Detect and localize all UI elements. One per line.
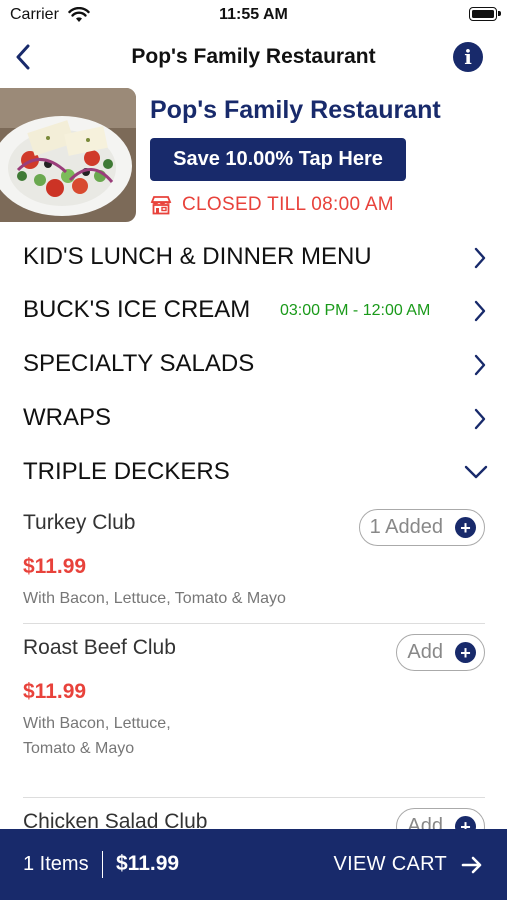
add-button-label: 1 Added xyxy=(369,516,443,538)
menu-item-roast-beef-club[interactable]: Roast Beef Club Add + $11.99 With Bacon,… xyxy=(0,625,507,797)
chevron-right-icon xyxy=(474,354,486,376)
status-bar: Carrier 11:55 AM xyxy=(0,0,507,32)
add-button[interactable]: Add + xyxy=(396,634,485,671)
category-label: SPECIALTY SALADS xyxy=(23,350,255,377)
view-cart-button[interactable]: VIEW CART xyxy=(334,853,483,876)
view-cart-label: VIEW CART xyxy=(333,853,447,875)
cart-divider xyxy=(102,851,103,878)
item-description-line-1: With Bacon, Lettuce, xyxy=(23,715,171,732)
plus-icon: + xyxy=(455,517,476,538)
arrow-right-icon xyxy=(461,856,482,873)
store-icon xyxy=(150,196,172,215)
chevron-right-icon xyxy=(474,300,486,322)
add-button-label: Add xyxy=(407,641,443,663)
restaurant-image xyxy=(0,88,136,222)
page-title: Pop's Family Restaurant xyxy=(131,45,376,68)
chevron-right-icon xyxy=(474,247,486,269)
category-label: TRIPLE DECKERS xyxy=(23,458,230,485)
category-wraps[interactable]: WRAPS xyxy=(0,393,507,443)
item-price: $11.99 xyxy=(23,680,87,703)
category-kids-menu[interactable]: KID'S LUNCH & DINNER MENU xyxy=(0,232,507,282)
chevron-down-icon xyxy=(464,465,488,479)
nav-bar: Pop's Family Restaurant i xyxy=(0,32,507,84)
plus-icon: + xyxy=(455,816,476,829)
plus-icon: + xyxy=(455,642,476,663)
store-status: CLOSED TILL 08:00 AM xyxy=(150,194,394,216)
chevron-right-icon xyxy=(474,408,486,430)
item-description: With Bacon, Lettuce, Tomato & Mayo xyxy=(23,590,286,607)
restaurant-header: Pop's Family Restaurant Save 10.00% Tap … xyxy=(0,86,507,226)
info-button[interactable]: i xyxy=(453,42,483,72)
add-button[interactable]: Add + xyxy=(396,808,485,829)
divider xyxy=(23,623,485,624)
add-button-label: Add xyxy=(407,815,443,829)
menu-item-turkey-club[interactable]: Turkey Club 1 Added + $11.99 With Bacon,… xyxy=(0,500,507,625)
divider xyxy=(23,797,485,798)
category-triple-deckers[interactable]: TRIPLE DECKERS xyxy=(0,447,507,497)
cart-bar[interactable]: 1 Items $11.99 VIEW CART xyxy=(0,829,507,900)
item-name: Roast Beef Club xyxy=(23,636,176,659)
category-label: WRAPS xyxy=(23,404,112,431)
status-time: 11:55 AM xyxy=(219,6,288,23)
battery-icon xyxy=(469,7,501,21)
cart-total: $11.99 xyxy=(116,852,180,875)
menu-item-chicken-salad-club[interactable]: Chicken Salad Club Add + xyxy=(0,799,507,829)
category-label: KID'S LUNCH & DINNER MENU xyxy=(23,243,372,270)
promo-button[interactable]: Save 10.00% Tap Here xyxy=(150,138,406,181)
restaurant-name: Pop's Family Restaurant xyxy=(150,96,441,124)
category-specialty-salads[interactable]: SPECIALTY SALADS xyxy=(0,339,507,389)
cart-item-count: 1 Items xyxy=(23,853,89,875)
item-name: Chicken Salad Club xyxy=(23,810,208,829)
item-description-line-2: Tomato & Mayo xyxy=(23,740,135,757)
closed-status-text: CLOSED TILL 08:00 AM xyxy=(182,194,394,215)
item-price: $11.99 xyxy=(23,555,87,578)
back-button[interactable] xyxy=(6,40,40,74)
category-hours: 03:00 PM - 12:00 AM xyxy=(280,302,431,319)
item-name: Turkey Club xyxy=(23,511,136,534)
category-label: BUCK'S ICE CREAM xyxy=(23,296,251,323)
added-button[interactable]: 1 Added + xyxy=(358,509,485,546)
category-ice-cream[interactable]: BUCK'S ICE CREAM 03:00 PM - 12:00 AM xyxy=(0,285,507,335)
back-chevron-icon xyxy=(16,44,30,70)
info-icon: i xyxy=(464,45,472,69)
